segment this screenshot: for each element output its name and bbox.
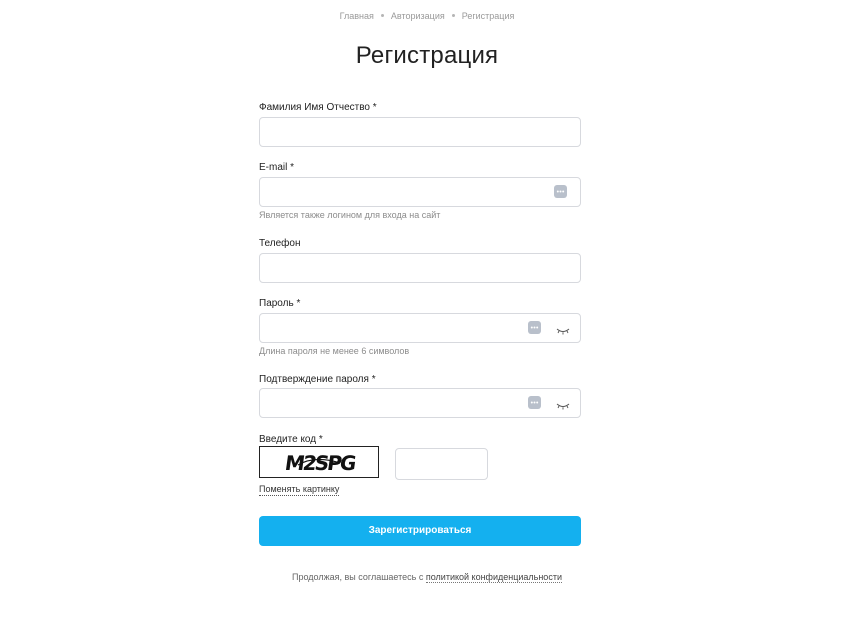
- password-input[interactable]: [259, 313, 581, 343]
- breadcrumb-separator: [380, 14, 384, 18]
- password-manager-dots-icon[interactable]: [528, 396, 541, 409]
- full-name-label: Фамилия Имя Отчество *: [259, 102, 377, 113]
- password-confirm-input[interactable]: [259, 388, 581, 418]
- breadcrumb-separator: [451, 14, 455, 18]
- email-input[interactable]: [259, 177, 581, 207]
- password-manager-dots-icon[interactable]: [554, 185, 567, 198]
- full-name-input[interactable]: [259, 117, 581, 147]
- captcha-image: M2SPG: [259, 446, 379, 478]
- change-captcha-link[interactable]: Поменять картинку: [259, 484, 340, 496]
- captcha-input[interactable]: [395, 448, 488, 480]
- email-hint: Является также логином для входа на сайт: [259, 210, 441, 220]
- password-label: Пароль *: [259, 298, 301, 309]
- email-label: E-mail *: [259, 162, 295, 173]
- privacy-note: Продолжая, вы соглашаетесь с политикой к…: [0, 572, 854, 583]
- breadcrumb-item-current: Регистрация: [461, 11, 515, 21]
- password-hint: Длина пароля не менее 6 символов: [259, 346, 410, 356]
- breadcrumb-item-auth[interactable]: Авторизация: [391, 11, 445, 21]
- page-title: Регистрация: [355, 42, 499, 69]
- registration-page: Главная Авторизация Регистрация Регистраци…: [0, 0, 854, 617]
- phone-input[interactable]: [259, 253, 581, 283]
- password-manager-dots-icon[interactable]: [528, 321, 541, 334]
- eye-closed-icon[interactable]: [556, 323, 570, 335]
- breadcrumb: Главная Авторизация Регистрация: [0, 11, 854, 21]
- privacy-policy-link[interactable]: политикой конфиденциальности: [425, 572, 562, 583]
- captcha-label: Введите код *: [259, 434, 323, 445]
- privacy-note-text: Продолжая, вы соглашаетесь с: [292, 572, 426, 582]
- password-confirm-label: Подтверждение пароля *: [259, 374, 376, 385]
- eye-closed-icon[interactable]: [556, 398, 570, 410]
- register-button[interactable]: Зарегистрироваться: [259, 516, 581, 546]
- phone-label: Телефон: [259, 238, 301, 249]
- captcha-text: M2SPG: [283, 451, 356, 475]
- breadcrumb-item-home[interactable]: Главная: [340, 11, 374, 21]
